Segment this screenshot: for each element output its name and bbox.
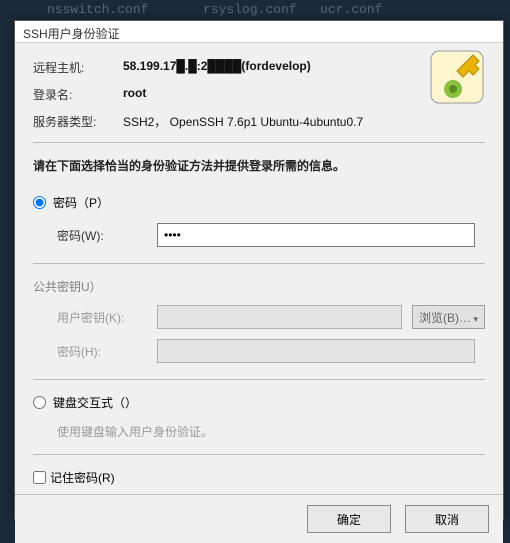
keyboard-interactive-radio[interactable] — [33, 396, 46, 409]
cancel-button[interactable]: 取消 — [405, 505, 489, 533]
keyboard-interactive-row[interactable]: 键盘交互式（） — [33, 394, 485, 411]
ok-button[interactable]: 确定 — [307, 505, 391, 533]
userkey-row: 用户密钥(K): 浏览(B)… — [57, 305, 485, 329]
password-field-row: 密码(W): — [57, 223, 485, 247]
divider-bottom — [33, 454, 485, 455]
browse-button: 浏览(B)… — [412, 305, 485, 329]
connection-info: 远程主机: 58.199.17█.█:2████(fordevelop) 登录名… — [33, 59, 485, 130]
password-radio[interactable] — [33, 196, 46, 209]
keyboard-interactive-label: 键盘交互式（） — [53, 394, 137, 411]
passphrase-row: 密码(H): — [57, 339, 485, 363]
password-radio-label: 密码（P） — [53, 194, 109, 211]
userkey-label: 用户密钥(K): — [57, 309, 147, 326]
passphrase-input — [157, 339, 475, 363]
ssh-auth-dialog: SSH用户身份验证 远程主机: 58.199.17█.█:2████(forde… — [14, 20, 504, 520]
keyboard-interactive-hint: 使用键盘输入用户身份验证。 — [57, 423, 485, 440]
remember-password-checkbox[interactable] — [33, 471, 46, 484]
dialog-content: 远程主机: 58.199.17█.█:2████(fordevelop) 登录名… — [15, 43, 503, 494]
server-type-value: SSH2， OpenSSH 7.6p1 Ubuntu-4ubuntu0.7 — [123, 113, 485, 130]
button-bar: 确定 取消 — [15, 494, 503, 543]
publickey-section-title: 公共密钥U） — [33, 278, 485, 295]
passphrase-label: 密码(H): — [57, 343, 147, 360]
login-label: 登录名: — [33, 86, 123, 103]
host-label: 远程主机: — [33, 59, 123, 76]
dialog-title: SSH用户身份验证 — [15, 21, 503, 43]
divider-mid — [33, 263, 485, 264]
instruction-text: 请在下面选择恰当的身份验证方法并提供登录所需的信息。 — [33, 157, 485, 174]
divider-lower — [33, 379, 485, 380]
background-terminal-text: nsswitch.conf rsyslog.conf ucr.conf — [0, 0, 510, 19]
remember-password-row[interactable]: 记住密码(R) — [33, 469, 485, 486]
userkey-input — [157, 305, 402, 329]
remember-password-label: 记住密码(R) — [50, 469, 115, 486]
key-icon — [429, 49, 485, 105]
password-radio-row[interactable]: 密码（P） — [33, 194, 485, 211]
password-input[interactable] — [157, 223, 475, 247]
password-field-label: 密码(W): — [57, 227, 147, 244]
divider-top — [33, 142, 485, 143]
server-type-label: 服务器类型: — [33, 113, 123, 130]
